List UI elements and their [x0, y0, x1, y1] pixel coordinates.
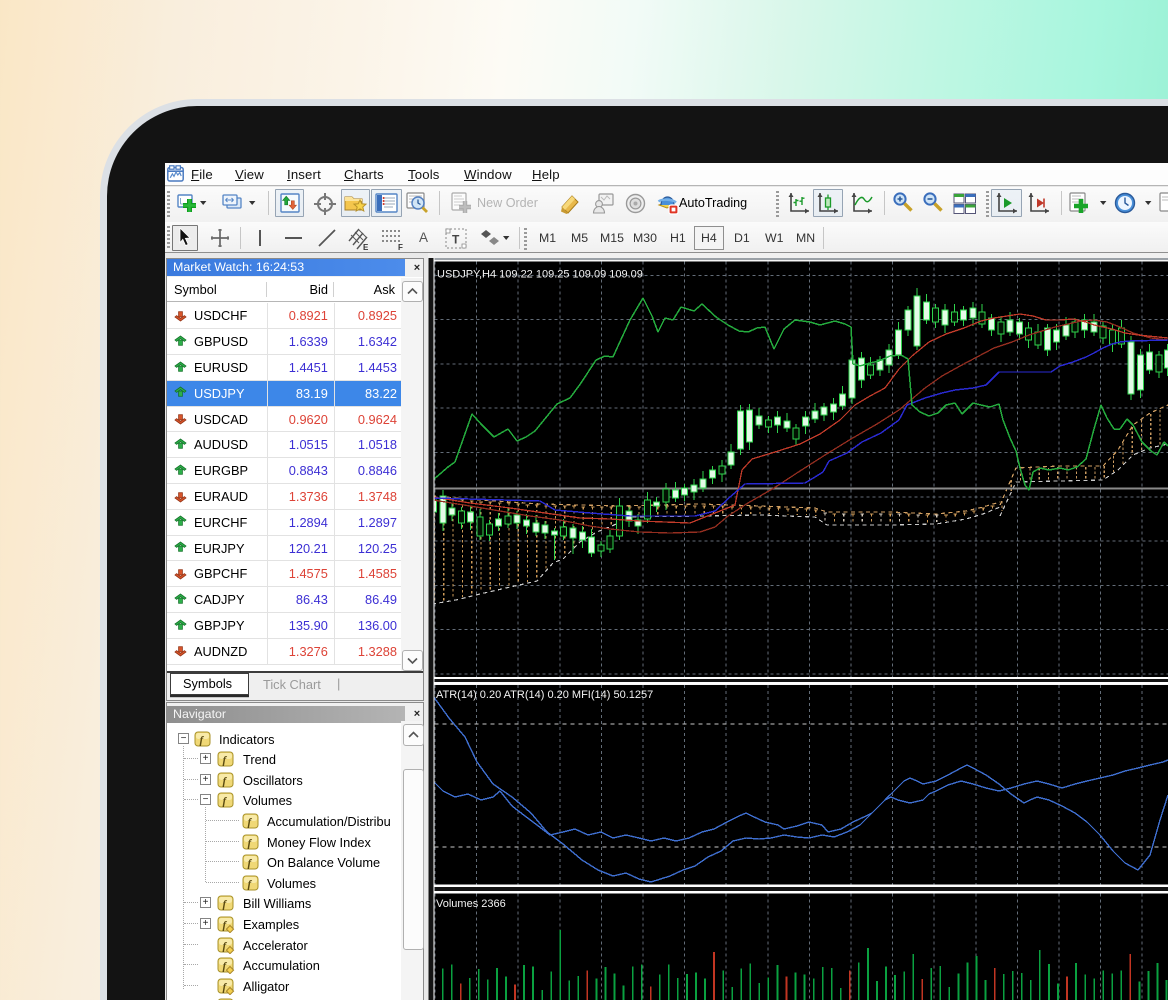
svg-text:F: F	[398, 243, 403, 251]
svg-text:ATR(14) 0.20 ATR(14) 0.20 MF: ATR(14) 0.20 ATR(14) 0.20 MFI(14) 50.125…	[436, 689, 653, 701]
svg-text:USDJPY,H4 109.22 109.25 109.0: USDJPY,H4 109.22 109.25 109.09 109.09	[437, 269, 643, 281]
svg-text:E: E	[363, 243, 369, 251]
svg-text:Volumes 2366: Volumes 2366	[436, 898, 506, 910]
svg-text:T: T	[452, 233, 460, 247]
